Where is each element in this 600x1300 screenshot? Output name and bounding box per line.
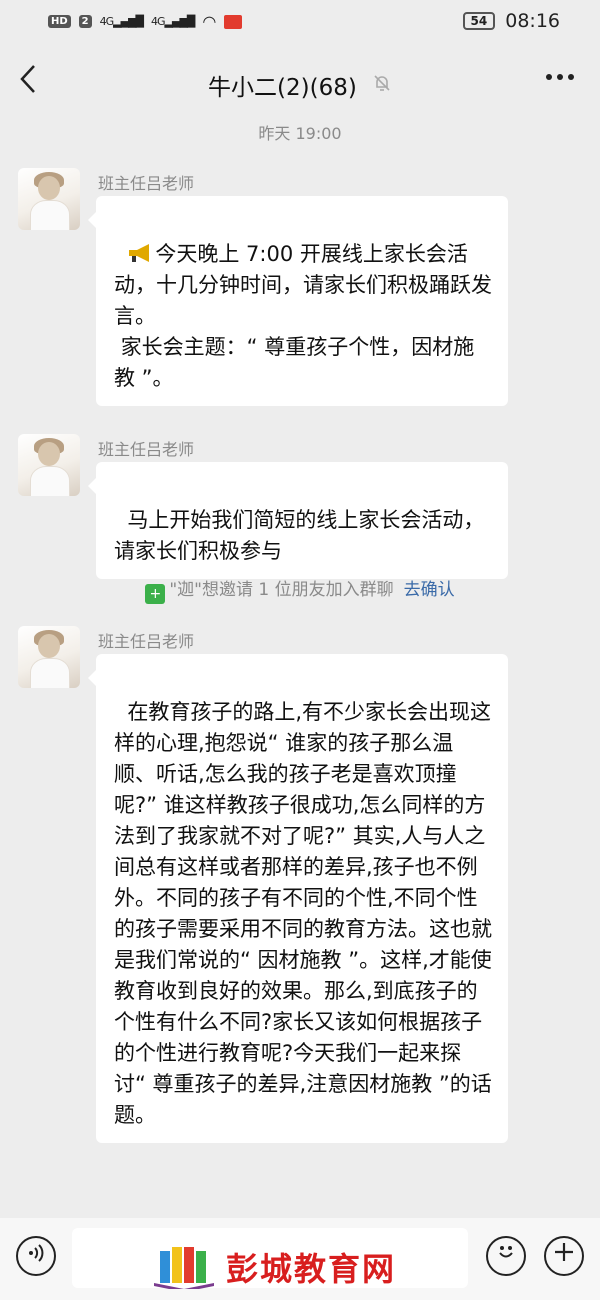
message-bubble[interactable]: 在教育孩子的路上,有不少家长会出现这样的心理,抱怨说“ 谁家的孩子那么温顺、听话…	[88, 654, 508, 1143]
message-bubble[interactable]: 马上开始我们简短的线上家长会活动，请家长们积极参与	[88, 462, 508, 579]
status-time: 08:16	[505, 10, 560, 32]
watermark: 彭城教育网	[152, 1244, 396, 1290]
sender-name: 班主任吕老师	[98, 174, 195, 193]
hd-tag: HD	[48, 15, 71, 28]
message-bubble[interactable]: 今天晚上 7:00 开展线上家长会活动，十几分钟时间，请家长们积极踊跃发 言。 …	[88, 196, 508, 406]
status-bar: HD 2 4G▂▄▆█ 4G▂▄▆█ ◠ 54 08:16	[0, 0, 600, 44]
chat-title: 牛小二(2)(68)	[208, 75, 357, 101]
chat-header: 牛小二(2)(68)	[0, 52, 600, 114]
bell-off-icon	[372, 73, 392, 98]
message-text: 今天晚上 7:00 开展线上家长会活动，十几分钟时间，请家长们积极踊跃发 言。 …	[114, 242, 492, 390]
system-message: + "迦"想邀请 1 位朋友加入群聊 去确认	[0, 575, 600, 604]
system-message-text: "迦"想邀请 1 位朋友加入群聊	[169, 580, 394, 600]
signal-2-icon: 4G▂▄▆█	[151, 15, 195, 28]
confirm-link[interactable]: 去确认	[404, 580, 455, 600]
chat-title-wrap: 牛小二(2)(68)	[0, 68, 600, 102]
signal-1-icon: 4G▂▄▆█	[99, 15, 144, 28]
wifi-icon: ◠	[202, 12, 217, 31]
book-logo-icon	[154, 1247, 214, 1289]
chat-timestamp: 昨天 19:00	[258, 124, 342, 143]
status-right: 54 08:16	[462, 10, 560, 32]
emoji-icon[interactable]	[486, 1236, 526, 1276]
message-text: 马上开始我们简短的线上家长会活动，请家长们积极参与	[114, 508, 485, 563]
plus-icon[interactable]	[544, 1236, 584, 1276]
status-left: HD 2 4G▂▄▆█ 4G▂▄▆█ ◠	[48, 12, 243, 31]
avatar[interactable]	[18, 168, 80, 230]
voice-icon[interactable]	[16, 1236, 56, 1276]
sim-tag: 2	[78, 15, 92, 28]
avatar[interactable]	[18, 434, 80, 496]
megaphone-icon	[129, 244, 150, 262]
watermark-text: 彭城教育网	[226, 1250, 397, 1288]
message-text: 在教育孩子的路上,有不少家长会出现这样的心理,抱怨说“ 谁家的孩子那么温顺、听话…	[114, 700, 492, 1127]
app-notification-icon	[224, 14, 243, 29]
sender-name: 班主任吕老师	[98, 440, 195, 459]
add-friend-icon: +	[145, 584, 166, 604]
battery-indicator: 54	[462, 12, 496, 30]
avatar[interactable]	[18, 626, 80, 688]
more-dots-icon[interactable]	[544, 62, 576, 100]
sender-name: 班主任吕老师	[98, 632, 195, 651]
